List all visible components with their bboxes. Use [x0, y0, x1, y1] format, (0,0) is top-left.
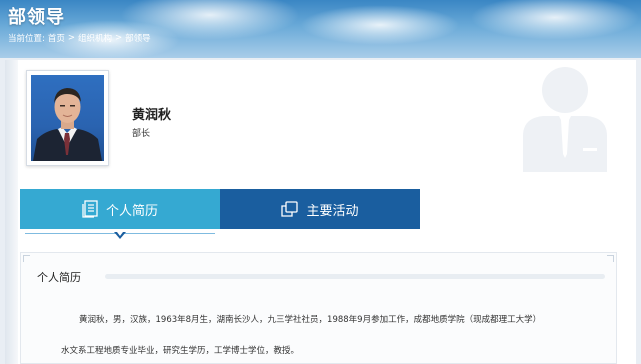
breadcrumb-home-link[interactable]: 首页	[48, 32, 65, 44]
leader-position: 部长	[132, 129, 151, 139]
leader-photo	[31, 75, 104, 161]
breadcrumb-current[interactable]: 部领导	[125, 32, 151, 44]
breadcrumb-separator: >	[115, 33, 123, 43]
leader-photo-frame	[26, 70, 109, 166]
tab-resume[interactable]: 个人简历	[20, 189, 220, 229]
breadcrumb-separator: >	[67, 33, 76, 43]
leader-card: 黄润秋 部长 个人简历 主要活动 个人简历 黄润秋，男，汉族，1963年8月生，…	[5, 60, 636, 364]
breadcrumb-prefix: 当前位置:	[8, 34, 45, 44]
leader-name: 黄润秋	[132, 108, 172, 123]
breadcrumb-org-link[interactable]: 组织机构	[78, 32, 112, 44]
page-banner: 部领导 当前位置: 首页 > 组织机构 > 部领导	[0, 0, 641, 58]
page-title: 部领导	[8, 7, 65, 28]
tab-activities-label: 主要活动	[306, 203, 359, 219]
bio-line: 黄润秋，男，汉族，1963年8月生，湖南长沙人，九三学社社员，1988年9月参加…	[79, 315, 542, 325]
bio-line: 水文系工程地质专业毕业，研究生学历，工学博士学位，教授。	[61, 346, 300, 356]
breadcrumb: 当前位置: 首页 > 组织机构 > 部领导	[8, 32, 151, 44]
tab-resume-label: 个人简历	[105, 203, 158, 219]
bio-text: 黄润秋，男，汉族，1963年8月生，湖南长沙人，九三学社社员，1988年9月参加…	[61, 305, 601, 364]
document-icon	[82, 200, 98, 218]
active-tab-pointer-icon	[114, 232, 126, 239]
tab-activities[interactable]: 主要活动	[220, 189, 420, 229]
section-title: 个人简历	[37, 271, 81, 284]
person-silhouette-icon	[523, 67, 607, 172]
corner-decoration	[23, 255, 30, 262]
card-stripe	[5, 60, 18, 364]
resume-section: 个人简历 黄润秋，男，汉族，1963年8月生，湖南长沙人，九三学社社员，1988…	[20, 252, 617, 364]
section-title-rule	[105, 274, 605, 279]
corner-decoration	[607, 255, 614, 262]
copy-icon	[281, 201, 299, 217]
